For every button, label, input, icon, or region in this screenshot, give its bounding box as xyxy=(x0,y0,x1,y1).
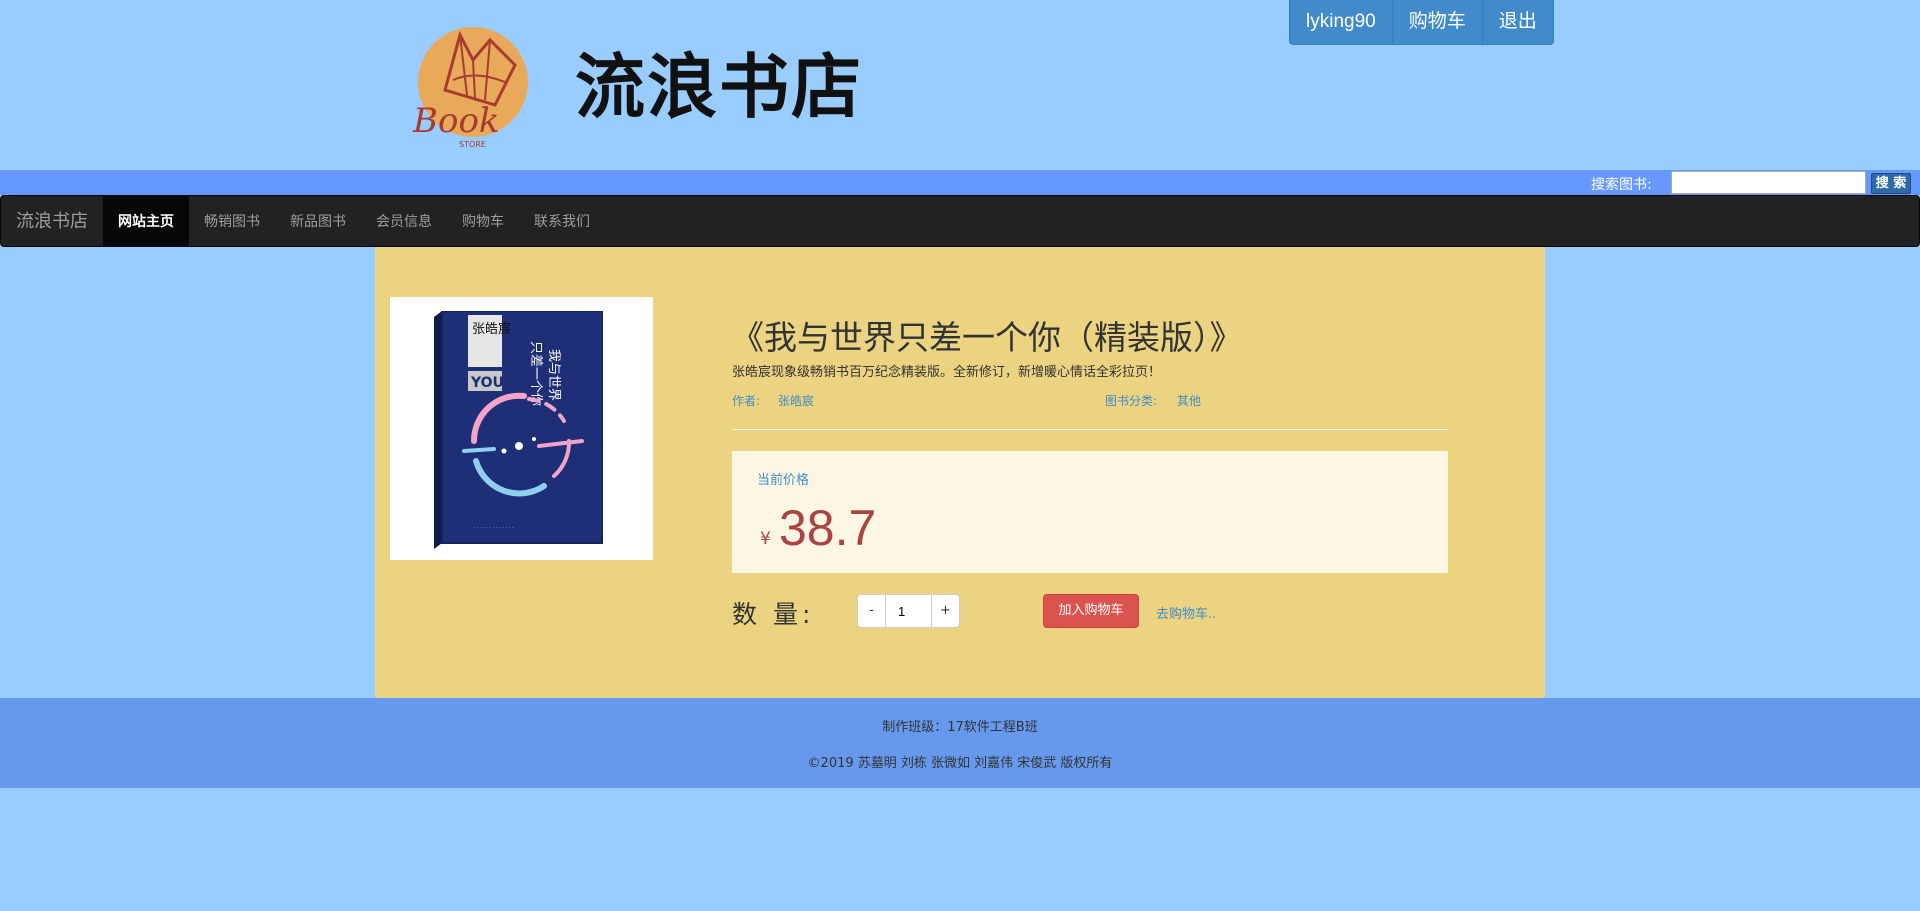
header: Book STORE 流浪书店 lyking90 购物车 退出 xyxy=(0,0,1920,170)
category-link[interactable]: 其他 xyxy=(1177,392,1201,409)
price-value: 38.7 xyxy=(779,500,877,556)
nav-item-member-info[interactable]: 会员信息 xyxy=(361,196,447,246)
category-label: 图书分类: xyxy=(1105,394,1158,408)
book-image-frame: 张皓宸 YOU 我与世界 只差一个你 · · · · · · · · · · ·… xyxy=(390,297,653,560)
logo-text: Book xyxy=(412,101,500,141)
cover-title-line2: 只差一个你 xyxy=(528,341,543,406)
search-label: 搜索图书: xyxy=(1591,177,1652,193)
search-input[interactable] xyxy=(1671,171,1866,194)
logout-button[interactable]: 退出 xyxy=(1483,0,1553,44)
footer: 制作班级：17软件工程B班 ©2019 苏墓明 刘栋 张微如 刘嘉伟 宋俊武 版… xyxy=(0,698,1920,788)
cover-author: 张皓宸 xyxy=(472,321,511,337)
divider xyxy=(732,429,1448,430)
quantity-decrease-button[interactable]: - xyxy=(857,594,886,628)
add-to-cart-button[interactable]: 加入购物车 xyxy=(1043,594,1139,628)
nav-item-contact[interactable]: 联系我们 xyxy=(519,196,605,246)
nav-item-home[interactable]: 网站主页 xyxy=(103,196,189,246)
cover-you-text: YOU xyxy=(470,375,504,391)
currency-symbol: ¥ xyxy=(760,529,771,549)
author-label: 作者: xyxy=(732,394,761,408)
book-title: 《我与世界只差一个你（精装版）》 xyxy=(731,319,1243,356)
price-label: 当前价格 xyxy=(757,473,810,488)
footer-class-info: 制作班级：17软件工程B班 xyxy=(882,720,1038,735)
search-bar: 搜索图书: 搜 索 xyxy=(0,170,1920,195)
main-navbar: 流浪书店 网站主页 畅销图书 新品图书 会员信息 购物车 联系我们 xyxy=(0,195,1920,247)
nav-item-new-books[interactable]: 新品图书 xyxy=(275,196,361,246)
search-button[interactable]: 搜 索 xyxy=(1871,173,1911,194)
svg-text:· · · · · · · · · · · · ·: · · · · · · · · · · · · · xyxy=(474,525,514,531)
quantity-increase-button[interactable]: + xyxy=(931,594,960,628)
nav-item-bestsellers[interactable]: 畅销图书 xyxy=(189,196,275,246)
username-button[interactable]: lyking90 xyxy=(1290,0,1393,44)
book-detail-panel: 张皓宸 YOU 我与世界 只差一个你 · · · · · · · · · · ·… xyxy=(375,247,1545,698)
navbar-brand[interactable]: 流浪书店 xyxy=(1,196,103,246)
quantity-stepper: - + xyxy=(857,594,960,628)
go-to-cart-link[interactable]: 去购物车.. xyxy=(1156,603,1216,622)
site-title: 流浪书店 xyxy=(575,46,863,128)
quantity-label: 数 量: xyxy=(732,600,815,629)
book-cover-image[interactable]: 张皓宸 YOU 我与世界 只差一个你 · · · · · · · · · · ·… xyxy=(434,311,609,549)
user-nav: lyking90 购物车 退出 xyxy=(1289,0,1554,45)
footer-copyright: ©2019 苏墓明 刘栋 张微如 刘嘉伟 宋俊武 版权所有 xyxy=(807,756,1113,771)
price-box: 当前价格 ¥ 38.7 xyxy=(732,451,1448,573)
author-link[interactable]: 张皓宸 xyxy=(778,392,814,409)
cover-title-line1: 我与世界 xyxy=(546,349,561,401)
logo-icon: Book STORE xyxy=(412,27,528,149)
book-description: 张皓宸现象级畅销书百万纪念精装版。全新修订，新增暖心情话全彩拉页！ xyxy=(732,365,1162,380)
header-cart-button[interactable]: 购物车 xyxy=(1393,0,1483,44)
bookstore-logo[interactable]: Book STORE xyxy=(405,20,535,150)
quantity-input[interactable] xyxy=(886,594,931,628)
logo-subtext: STORE xyxy=(459,140,486,149)
nav-item-cart[interactable]: 购物车 xyxy=(447,196,519,246)
